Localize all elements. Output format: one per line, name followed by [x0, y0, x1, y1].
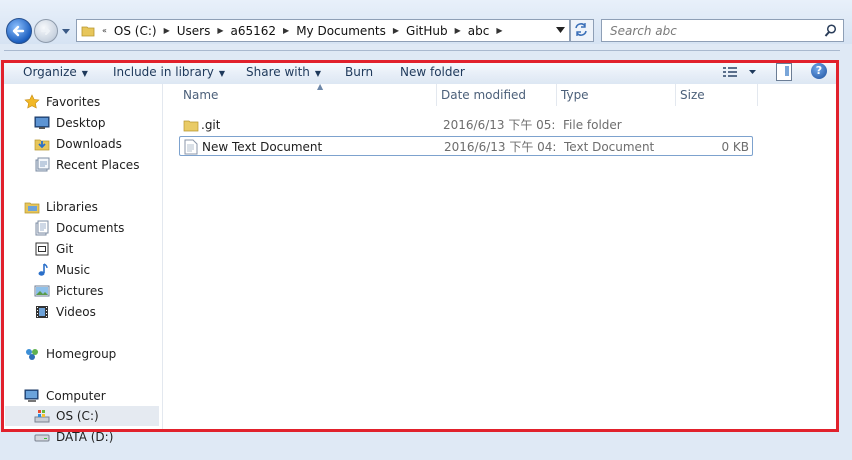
windows-drive-icon	[34, 410, 50, 423]
file-row[interactable]: New Text Document 2016/6/13 下午 04:... Te…	[179, 136, 753, 156]
chevron-right-icon[interactable]: ▶	[161, 26, 173, 35]
homegroup-icon	[26, 349, 38, 360]
nav-desktop[interactable]: Desktop	[34, 113, 106, 133]
chevron-right-icon[interactable]: ▶	[214, 26, 226, 35]
drive-icon	[34, 434, 50, 442]
git-library-icon	[35, 242, 49, 256]
file-date: 2016/6/13 下午 04:...	[444, 140, 556, 154]
desktop-icon	[34, 116, 50, 129]
back-button[interactable]	[6, 18, 32, 44]
file-size	[682, 115, 748, 135]
column-header-type[interactable]: Type	[557, 84, 676, 106]
breadcrumb[interactable]: « OS (C:) ▶ Users ▶ a65162 ▶ My Document…	[76, 19, 570, 42]
preview-pane-button[interactable]	[776, 63, 792, 81]
chevron-right-icon[interactable]: ▶	[493, 26, 505, 35]
nav-libraries[interactable]: Libraries	[24, 197, 98, 217]
nav-pictures[interactable]: Pictures	[34, 281, 104, 301]
nav-computer[interactable]: Computer	[24, 386, 106, 406]
chevron-right-icon[interactable]: ▶	[452, 26, 464, 35]
file-name: New Text Document	[202, 140, 323, 154]
explorer-window: Organize ▼ Include in library ▼ Share with…	[4, 60, 839, 444]
help-button[interactable]: ?	[811, 63, 827, 79]
column-headers: Name ▲ Date modified Type Size	[179, 82, 759, 106]
downloads-folder-icon	[34, 139, 50, 151]
file-list-pane: Name ▲ Date modified Type Size .git 2016…	[163, 82, 839, 430]
libraries-icon	[24, 202, 40, 214]
search-box[interactable]	[601, 19, 844, 42]
divider	[4, 50, 840, 51]
videos-icon	[36, 306, 48, 318]
computer-icon	[24, 389, 39, 402]
nav-data-d[interactable]: DATA (D:)	[34, 427, 113, 447]
file-row[interactable]: .git 2016/6/13 下午 05:... File folder	[179, 115, 753, 135]
sort-ascending-icon: ▲	[317, 82, 324, 91]
overflow-chevron[interactable]: «	[99, 26, 110, 35]
change-view-button[interactable]	[722, 65, 756, 82]
nav-music[interactable]: Music	[34, 260, 90, 280]
column-header-size[interactable]: Size	[676, 84, 758, 106]
forward-button[interactable]	[34, 19, 58, 43]
recent-places-icon	[35, 157, 50, 172]
command-toolbar: Organize ▼ Include in library ▼ Share with…	[4, 60, 839, 85]
address-bar-area: « OS (C:) ▶ Users ▶ a65162 ▶ My Document…	[0, 0, 852, 44]
file-size: 0 KB	[721, 140, 749, 154]
nav-git[interactable]: Git	[34, 239, 73, 259]
crumb-github[interactable]: GitHub	[402, 24, 452, 38]
burn-button[interactable]: Burn	[345, 60, 373, 84]
column-header-date-modified[interactable]: Date modified	[437, 84, 557, 106]
nav-favorites[interactable]: Favorites	[24, 92, 100, 112]
file-date: 2016/6/13 下午 05:...	[443, 118, 555, 132]
file-name: .git	[201, 118, 221, 132]
chevron-down-icon[interactable]	[556, 27, 565, 33]
documents-icon	[35, 220, 49, 236]
nav-homegroup[interactable]: Homegroup	[24, 344, 116, 364]
search-input[interactable]	[602, 20, 828, 41]
star-icon	[24, 94, 40, 109]
arrow-right-icon	[41, 27, 51, 35]
text-document-icon	[184, 139, 198, 155]
chevron-right-icon[interactable]: ▶	[390, 26, 402, 35]
crumb-my-documents[interactable]: My Documents	[292, 24, 390, 38]
folder-icon	[183, 120, 199, 132]
nav-recent-places[interactable]: Recent Places	[34, 155, 139, 175]
organize-button[interactable]: Organize ▼	[23, 60, 88, 84]
recent-pages-dropdown-icon[interactable]	[61, 26, 71, 36]
refresh-icon	[575, 23, 587, 36]
chevron-down-icon: ▼	[81, 69, 88, 78]
arrow-left-icon	[12, 25, 25, 37]
crumb-users[interactable]: Users	[173, 24, 215, 38]
chevron-down-icon: ▼	[314, 69, 322, 78]
folder-icon	[81, 26, 95, 36]
new-folder-button[interactable]: New folder	[400, 60, 465, 84]
chevron-right-icon[interactable]: ▶	[280, 26, 292, 35]
crumb-os-c[interactable]: OS (C:)	[110, 24, 161, 38]
navigation-pane: Favorites Desktop Downloads Recent Place…	[4, 84, 163, 444]
column-header-name[interactable]: Name	[179, 84, 437, 106]
nav-downloads[interactable]: Downloads	[34, 134, 122, 154]
crumb-a65162[interactable]: a65162	[227, 24, 281, 38]
share-with-button[interactable]: Share with ▼	[246, 60, 321, 84]
search-icon[interactable]	[824, 24, 837, 37]
nav-videos[interactable]: Videos	[34, 302, 96, 322]
file-type: File folder	[563, 118, 622, 132]
file-type: Text Document	[564, 140, 655, 154]
music-icon	[38, 263, 48, 276]
nav-os-c[interactable]: OS (C:)	[5, 406, 159, 426]
crumb-abc[interactable]: abc	[464, 24, 494, 38]
include-in-library-button[interactable]: Include in library ▼	[113, 60, 225, 84]
chevron-down-icon: ▼	[218, 69, 226, 78]
pictures-icon	[34, 285, 50, 297]
refresh-button[interactable]	[570, 19, 594, 42]
nav-documents[interactable]: Documents	[34, 218, 124, 238]
details-view-icon	[723, 67, 756, 77]
